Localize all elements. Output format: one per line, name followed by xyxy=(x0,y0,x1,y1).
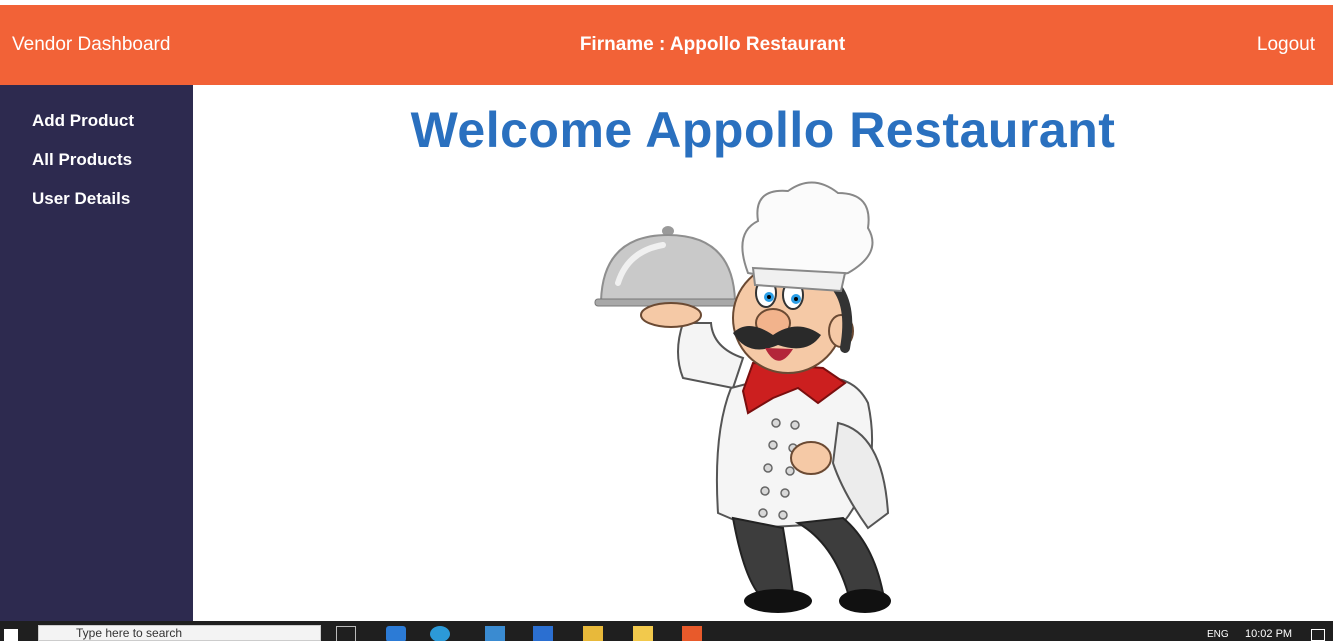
welcome-heading: Welcome Appollo Restaurant xyxy=(410,102,1116,158)
language-indicator[interactable]: ENG xyxy=(1207,629,1229,640)
taskbar-search-placeholder: Type here to search xyxy=(76,626,183,640)
store-icon[interactable] xyxy=(485,626,505,641)
folder-icon[interactable] xyxy=(633,626,653,641)
sidebar-item-add-product[interactable]: Add Product xyxy=(32,111,134,131)
main-content: Welcome Appollo Restaurant xyxy=(193,85,1333,621)
start-icon[interactable] xyxy=(4,629,18,641)
sidebar-item-all-products[interactable]: All Products xyxy=(32,150,132,170)
sidebar-item-user-details[interactable]: User Details xyxy=(32,189,130,209)
task-view-icon[interactable] xyxy=(336,626,356,641)
logout-button[interactable]: Logout xyxy=(1257,34,1315,56)
azure-icon[interactable] xyxy=(386,626,406,641)
top-navbar: Vendor Dashboard Firname : Appollo Resta… xyxy=(0,5,1333,85)
app-window: Vendor Dashboard Firname : Appollo Resta… xyxy=(0,0,1333,641)
os-taskbar: Type here to search ENG 10:02 PM xyxy=(0,621,1333,641)
vscode-icon[interactable] xyxy=(533,626,553,641)
system-clock[interactable]: 10:02 PM xyxy=(1245,628,1292,640)
notification-icon[interactable] xyxy=(1311,629,1325,641)
edge-browser-icon[interactable] xyxy=(430,626,450,641)
file-explorer-icon[interactable] xyxy=(583,626,603,641)
firm-name: Firname : Appollo Restaurant xyxy=(579,34,846,55)
chef-illustration xyxy=(594,181,891,613)
sidebar: Add Product All Products User Details xyxy=(0,85,193,621)
app-icon[interactable] xyxy=(682,626,702,641)
